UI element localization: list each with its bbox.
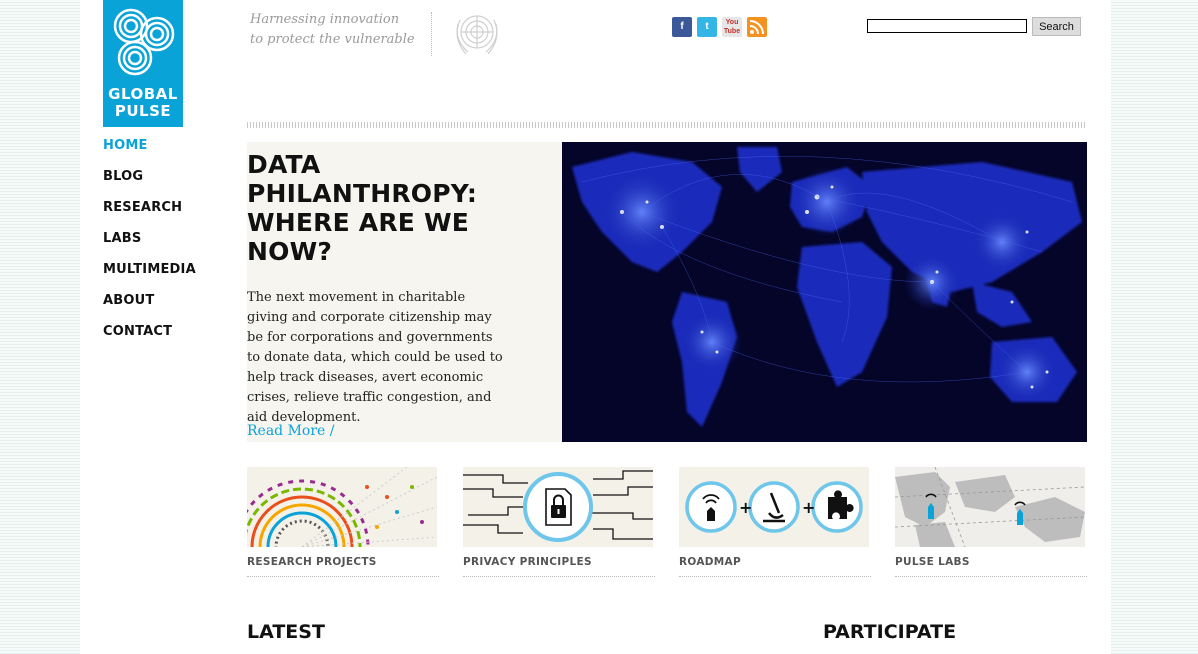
- rss-icon[interactable]: [747, 17, 767, 37]
- social-links: f t You Tube: [672, 17, 767, 37]
- logo-line-global: GLOBAL: [108, 85, 178, 103]
- padlock-document-icon: [463, 467, 653, 547]
- tile-pulse-labs[interactable]: PULSE LABS: [895, 467, 1087, 577]
- page: GLOBAL PULSE HOME BLOG RESEARCH LABS MUL…: [80, 0, 1111, 654]
- global-pulse-logo[interactable]: GLOBAL PULSE: [103, 0, 183, 127]
- facebook-icon[interactable]: f: [672, 17, 692, 37]
- logo-text: GLOBAL PULSE: [103, 86, 183, 120]
- un-emblem-icon: [456, 15, 498, 55]
- participate-heading: PARTICIPATE: [823, 621, 957, 643]
- nav-item-research[interactable]: RESEARCH: [103, 199, 196, 230]
- youtube-icon[interactable]: You Tube: [722, 17, 742, 37]
- feature-panel: DATA PHILANTHROPY: WHERE ARE WE NOW? The…: [247, 142, 562, 442]
- read-more-link[interactable]: Read More /: [247, 423, 335, 439]
- feature-title[interactable]: DATA PHILANTHROPY: WHERE ARE WE NOW?: [247, 150, 477, 266]
- feature-body: The next movement in charitable giving a…: [247, 290, 503, 425]
- search-input[interactable]: [867, 19, 1027, 33]
- nav-item-blog[interactable]: BLOG: [103, 168, 196, 199]
- latest-heading: LATEST: [247, 621, 325, 643]
- search-button[interactable]: Search: [1032, 17, 1081, 36]
- tile-label[interactable]: PRIVACY PRINCIPLES: [463, 556, 655, 577]
- logo-line-pulse: PULSE: [114, 102, 172, 120]
- pulse-rings-icon: [113, 8, 175, 76]
- research-rings-icon: [247, 467, 437, 547]
- tagline-line-2: to protect the vulnerable: [250, 32, 415, 47]
- nav-item-labs[interactable]: LABS: [103, 230, 196, 261]
- tagline-line-1: Harnessing innovation: [250, 12, 400, 27]
- world-map-icon: [895, 467, 1085, 547]
- tile-research-projects[interactable]: RESEARCH PROJECTS: [247, 467, 439, 577]
- tile-roadmap[interactable]: + + ROADMAP: [679, 467, 871, 577]
- svg-text:+: +: [739, 498, 752, 517]
- twitter-icon[interactable]: t: [697, 17, 717, 37]
- nav-item-home[interactable]: HOME: [103, 137, 196, 168]
- nav-item-multimedia[interactable]: MULTIMEDIA: [103, 261, 196, 292]
- svg-text:+: +: [802, 498, 815, 517]
- main-nav: HOME BLOG RESEARCH LABS MULTIMEDIA ABOUT…: [103, 137, 196, 354]
- tile-label[interactable]: RESEARCH PROJECTS: [247, 556, 439, 577]
- nav-item-contact[interactable]: CONTACT: [103, 323, 196, 354]
- roadmap-icons: + +: [679, 467, 869, 547]
- world-connections-map[interactable]: [562, 142, 1087, 442]
- tagline: Harnessing innovation to protect the vul…: [250, 10, 425, 50]
- world-map-image: [562, 142, 1087, 442]
- tile-privacy-principles[interactable]: PRIVACY PRINCIPLES: [463, 467, 655, 577]
- tagline-divider: [431, 12, 432, 56]
- nav-item-about[interactable]: ABOUT: [103, 292, 196, 323]
- header-divider: [247, 122, 1087, 128]
- tile-label[interactable]: ROADMAP: [679, 556, 871, 577]
- tile-label[interactable]: PULSE LABS: [895, 556, 1087, 577]
